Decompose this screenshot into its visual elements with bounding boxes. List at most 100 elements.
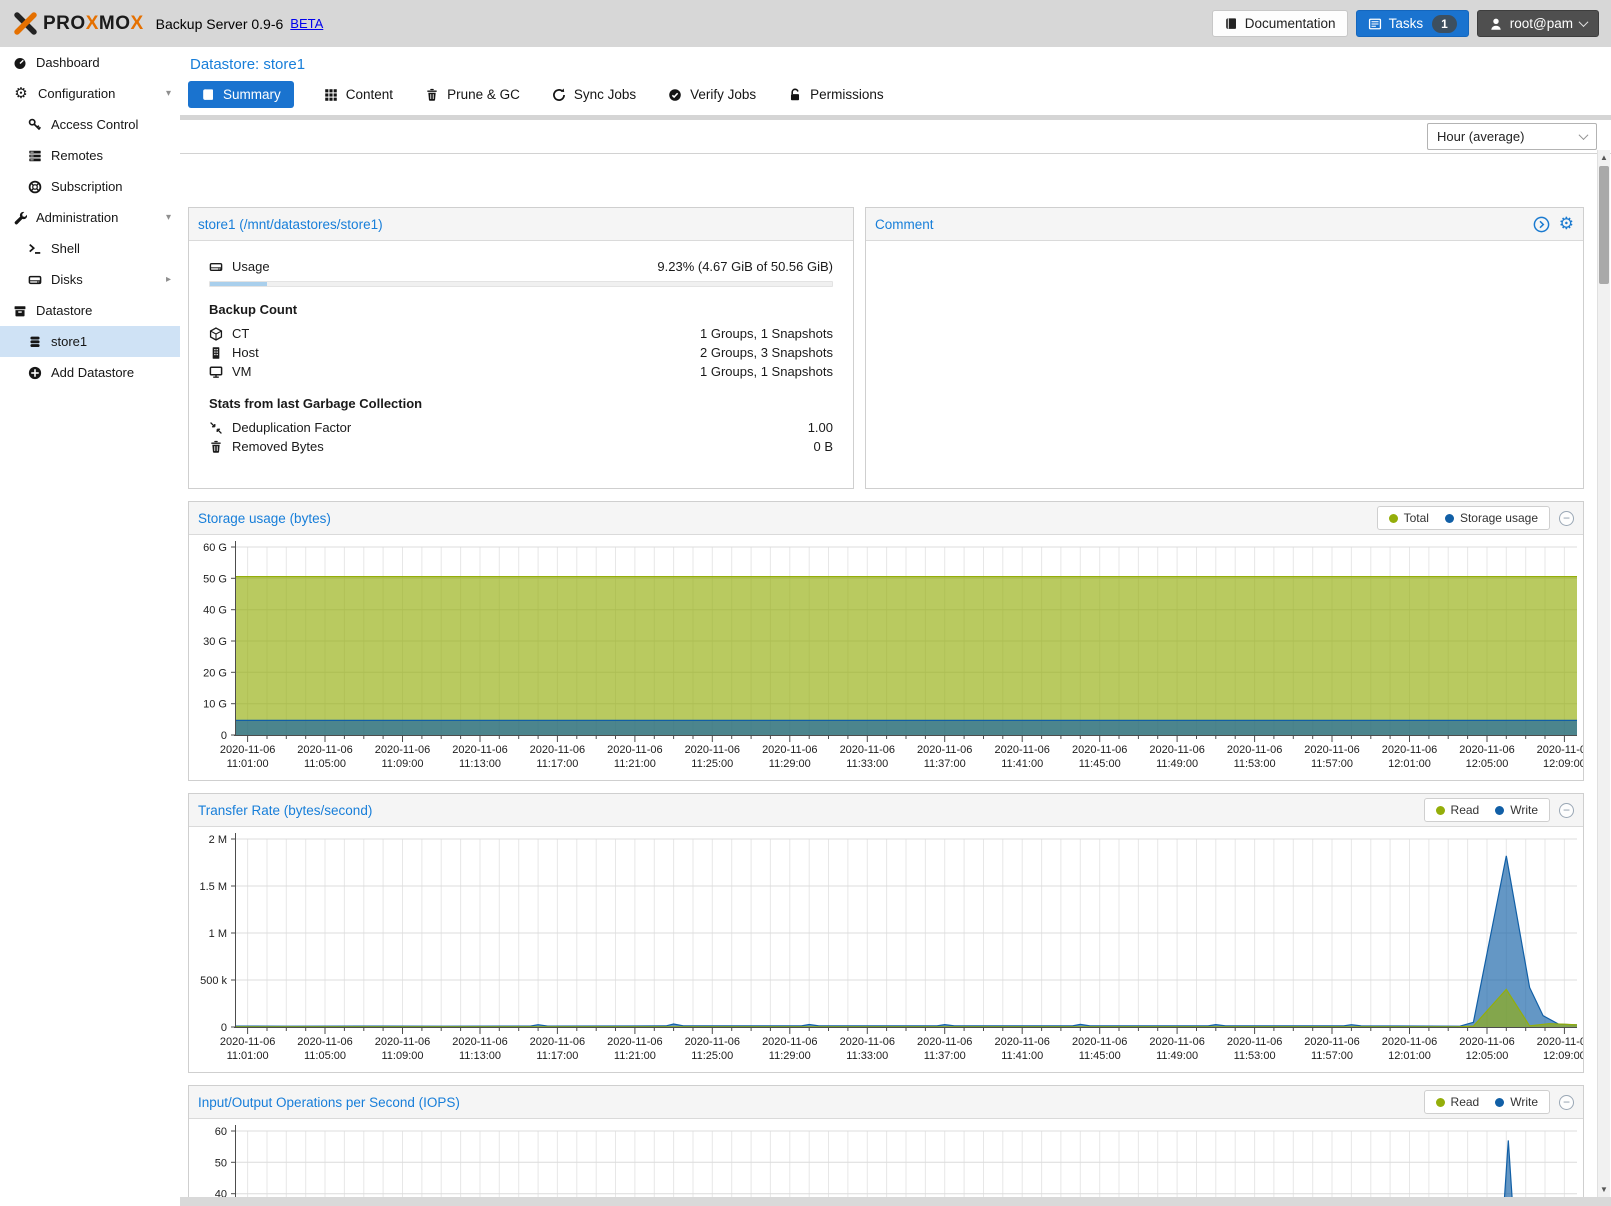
sidebar-item-datastore[interactable]: Datastore (0, 295, 180, 326)
tab-prune-gc[interactable]: Prune & GC (423, 81, 522, 108)
svg-text:2020-11-06: 2020-11-06 (607, 744, 662, 756)
svg-text:2020-11-06: 2020-11-06 (1459, 1036, 1514, 1048)
tab-verify-jobs[interactable]: Verify Jobs (666, 81, 758, 108)
usage-progress-bar (209, 281, 833, 287)
svg-text:2020-11-06: 2020-11-06 (685, 1036, 740, 1048)
comment-body[interactable] (866, 241, 1583, 273)
svg-text:11:53:00: 11:53:00 (1234, 758, 1276, 770)
vm-row: VM 1 Groups, 1 Snapshots (209, 362, 833, 381)
collapse-panel-icon[interactable]: − (1559, 1095, 1574, 1110)
sidebar-item-remotes[interactable]: Remotes (0, 140, 180, 171)
expand-arrow-icon[interactable]: ▸ (166, 274, 171, 285)
life-ring-icon (28, 180, 42, 194)
svg-text:2020-11-06: 2020-11-06 (530, 744, 585, 756)
beta-link[interactable]: BETA (290, 16, 323, 31)
sidebar-item-shell[interactable]: Shell (0, 233, 180, 264)
svg-text:11:41:00: 11:41:00 (1001, 758, 1043, 770)
svg-text:20 G: 20 G (203, 667, 227, 679)
circle-chevron-right-icon[interactable] (1533, 216, 1550, 233)
legend-dot (1436, 1098, 1445, 1107)
svg-text:50 G: 50 G (203, 573, 227, 585)
gear-icon[interactable]: ⚙ (1559, 216, 1574, 232)
sidebar-item-store1[interactable]: store1 (0, 326, 180, 357)
proxmox-wordmark: PROXMOX (43, 13, 144, 35)
legend-read[interactable]: Read (1436, 803, 1480, 817)
svg-text:2020-11-06: 2020-11-06 (1072, 1036, 1127, 1048)
svg-text:11:41:00: 11:41:00 (1001, 1050, 1043, 1062)
svg-text:11:13:00: 11:13:00 (459, 758, 501, 770)
svg-text:11:57:00: 11:57:00 (1311, 758, 1353, 770)
collapse-arrow-icon[interactable]: ▾ (166, 88, 171, 99)
tab-summary[interactable]: Summary (188, 81, 294, 108)
svg-text:11:01:00: 11:01:00 (227, 1050, 269, 1062)
tab-permissions[interactable]: Permissions (786, 81, 886, 108)
chart-legend: Read Write (1424, 798, 1550, 822)
tab-content[interactable]: Content (322, 81, 395, 108)
legend-total[interactable]: Total (1389, 511, 1429, 525)
svg-text:2020-11-06: 2020-11-06 (1227, 1036, 1282, 1048)
book-icon (201, 88, 215, 102)
sidebar-item-disks[interactable]: Disks ▸ (0, 264, 180, 295)
sidebar-item-access-control[interactable]: Access Control (0, 109, 180, 140)
svg-text:11:33:00: 11:33:00 (846, 758, 888, 770)
svg-text:0: 0 (221, 730, 227, 742)
unlock-icon (788, 88, 802, 102)
legend-write[interactable]: Write (1495, 1095, 1538, 1109)
legend-dot (1445, 514, 1454, 523)
tab-sync-jobs[interactable]: Sync Jobs (550, 81, 638, 108)
sidebar-item-dashboard[interactable]: Dashboard (0, 47, 180, 78)
ct-row: CT 1 Groups, 1 Snapshots (209, 324, 833, 343)
tasks-button[interactable]: Tasks 1 (1356, 10, 1469, 37)
dashboard-icon (13, 56, 27, 70)
svg-text:12:01:00: 12:01:00 (1388, 1050, 1431, 1062)
transfer-rate-chart: 2 M1.5 M1 M500 k02020-11-0611:01:002020-… (189, 829, 1583, 1069)
content-area: store1 (/mnt/datastores/store1) Usage 9.… (180, 197, 1611, 1206)
gc-stats-title: Stats from last Garbage Collection (209, 396, 833, 411)
gears-icon: ⚙ (13, 87, 29, 101)
refresh-icon (552, 88, 566, 102)
vertical-scrollbar[interactable]: ▲ ▼ (1597, 150, 1610, 1206)
svg-text:11:25:00: 11:25:00 (691, 1050, 733, 1062)
svg-text:2020-11-06: 2020-11-06 (994, 1036, 1049, 1048)
chevron-down-icon (1579, 17, 1589, 27)
svg-text:2020-11-06: 2020-11-06 (762, 1036, 817, 1048)
sidebar-item-subscription[interactable]: Subscription (0, 171, 180, 202)
svg-text:2020-11-06: 2020-11-06 (840, 1036, 895, 1048)
svg-text:11:09:00: 11:09:00 (381, 758, 423, 770)
task-list-icon (1368, 17, 1382, 31)
monitor-icon (209, 365, 223, 379)
scrollbar-thumb[interactable] (1599, 166, 1609, 284)
collapse-panel-icon[interactable]: − (1559, 803, 1574, 818)
svg-text:50: 50 (215, 1157, 227, 1169)
sidebar-item-add-datastore[interactable]: Add Datastore (0, 357, 180, 388)
svg-text:2020-11-06: 2020-11-06 (452, 744, 507, 756)
proxmox-logo-icon (12, 10, 39, 37)
svg-text:2020-11-06: 2020-11-06 (530, 1036, 585, 1048)
comment-title: Comment (875, 217, 934, 232)
collapse-panel-icon[interactable]: − (1559, 511, 1574, 526)
iops-panel: Input/Output Operations per Second (IOPS… (188, 1085, 1584, 1206)
sidebar-item-administration[interactable]: Administration ▾ (0, 202, 180, 233)
legend-write[interactable]: Write (1495, 803, 1538, 817)
scroll-down-arrow[interactable]: ▼ (1598, 1182, 1610, 1196)
cube-icon (209, 327, 223, 341)
time-range-select[interactable]: Hour (average) (1427, 123, 1597, 150)
svg-text:2020-11-06: 2020-11-06 (917, 744, 972, 756)
svg-text:11:45:00: 11:45:00 (1079, 758, 1121, 770)
svg-text:2020-11-06: 2020-11-06 (1382, 744, 1437, 756)
legend-dot (1495, 806, 1504, 815)
svg-text:11:57:00: 11:57:00 (1311, 1050, 1353, 1062)
chart-toolbar: Hour (average) (180, 120, 1611, 154)
documentation-button[interactable]: Documentation (1212, 10, 1348, 37)
svg-text:11:49:00: 11:49:00 (1156, 758, 1198, 770)
legend-storage-usage[interactable]: Storage usage (1445, 511, 1538, 525)
tab-bar: Summary Content Prune & GC Sync Jobs (180, 75, 1611, 115)
top-bar: PROXMOX Backup Server 0.9-6 BETA Documen… (0, 0, 1611, 47)
scroll-up-arrow[interactable]: ▲ (1598, 150, 1610, 164)
collapse-arrow-icon[interactable]: ▾ (166, 212, 171, 223)
wrench-icon (13, 211, 27, 225)
user-menu-button[interactable]: root@pam (1477, 10, 1599, 37)
legend-read[interactable]: Read (1436, 1095, 1480, 1109)
main-area: Datastore: store1 Summary Content Prune (180, 47, 1611, 1206)
sidebar-item-configuration[interactable]: ⚙ Configuration ▾ (0, 78, 180, 109)
